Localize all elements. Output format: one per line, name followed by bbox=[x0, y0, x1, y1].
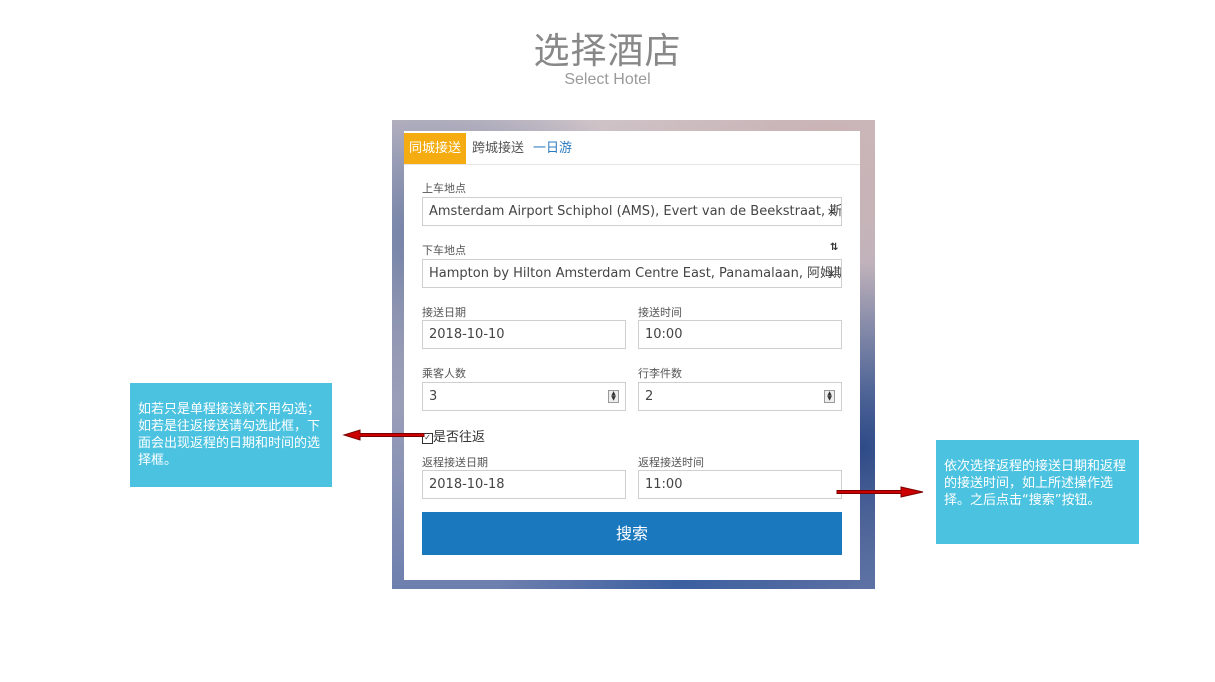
time-label: 接送时间 bbox=[638, 306, 682, 319]
return-time-label: 返程接送时间 bbox=[638, 456, 704, 469]
clear-pickup-icon[interactable]: × bbox=[827, 198, 836, 225]
date-label: 接送日期 bbox=[422, 306, 466, 319]
passengers-value: 3 bbox=[429, 389, 438, 404]
swap-icon[interactable]: ⇅ bbox=[830, 242, 839, 253]
roundtrip-label: 是否往返 bbox=[433, 430, 486, 445]
date-input[interactable]: 2018-10-10 bbox=[422, 320, 626, 349]
right-arrow-icon bbox=[836, 486, 924, 498]
pickup-value: Amsterdam Airport Schiphol (AMS), Evert … bbox=[429, 204, 842, 219]
left-annotation: 如若只是单程接送就不用勾选；如若是往返接送请勾选此框，下面会出现返程的日期和时间… bbox=[130, 383, 332, 487]
tab-bar: 同城接送 跨城接送 一日游 bbox=[404, 133, 860, 165]
passengers-input[interactable]: 3 ▲ ▼ bbox=[422, 382, 626, 411]
page-title: 选择酒店 bbox=[533, 31, 682, 72]
left-arrow-icon bbox=[342, 429, 425, 441]
booking-form-card: 同城接送 跨城接送 一日游 上车地点 Amsterdam Airport Sch… bbox=[404, 131, 860, 580]
luggage-spinner-icon[interactable]: ▲ ▼ bbox=[824, 390, 835, 403]
return-date-label: 返程接送日期 bbox=[422, 456, 488, 469]
roundtrip-checkbox[interactable]: ✓ 是否往返 bbox=[422, 426, 485, 445]
dropoff-label: 下车地点 bbox=[422, 244, 466, 257]
time-input[interactable]: 10:00 bbox=[638, 320, 842, 349]
page-subtitle: Select Hotel bbox=[564, 71, 651, 88]
passengers-spinner-icon[interactable]: ▲ ▼ bbox=[608, 390, 619, 403]
return-date-input[interactable]: 2018-10-18 bbox=[422, 470, 626, 499]
tab-cross-city[interactable]: 跨城接送 bbox=[467, 133, 529, 164]
search-button[interactable]: 搜索 bbox=[422, 512, 842, 555]
dropoff-value: Hampton by Hilton Amsterdam Centre East,… bbox=[429, 266, 841, 281]
luggage-value: 2 bbox=[645, 389, 654, 404]
tab-same-city[interactable]: 同城接送 bbox=[404, 133, 467, 164]
pickup-label: 上车地点 bbox=[422, 182, 466, 195]
return-time-input[interactable]: 11:00 bbox=[638, 470, 842, 499]
luggage-input[interactable]: 2 ▲ ▼ bbox=[638, 382, 842, 411]
right-annotation: 依次选择返程的接送日期和返程的接送时间，如上所述操作选择。之后点击“搜索”按钮。 bbox=[936, 440, 1139, 544]
pickup-input[interactable]: Amsterdam Airport Schiphol (AMS), Evert … bbox=[422, 197, 842, 226]
tab-day-tour[interactable]: 一日游 bbox=[528, 133, 577, 164]
clear-dropoff-icon[interactable]: × bbox=[827, 260, 836, 287]
passengers-label: 乘客人数 bbox=[422, 367, 466, 380]
luggage-label: 行李件数 bbox=[638, 367, 682, 380]
dropoff-input[interactable]: Hampton by Hilton Amsterdam Centre East,… bbox=[422, 259, 842, 288]
